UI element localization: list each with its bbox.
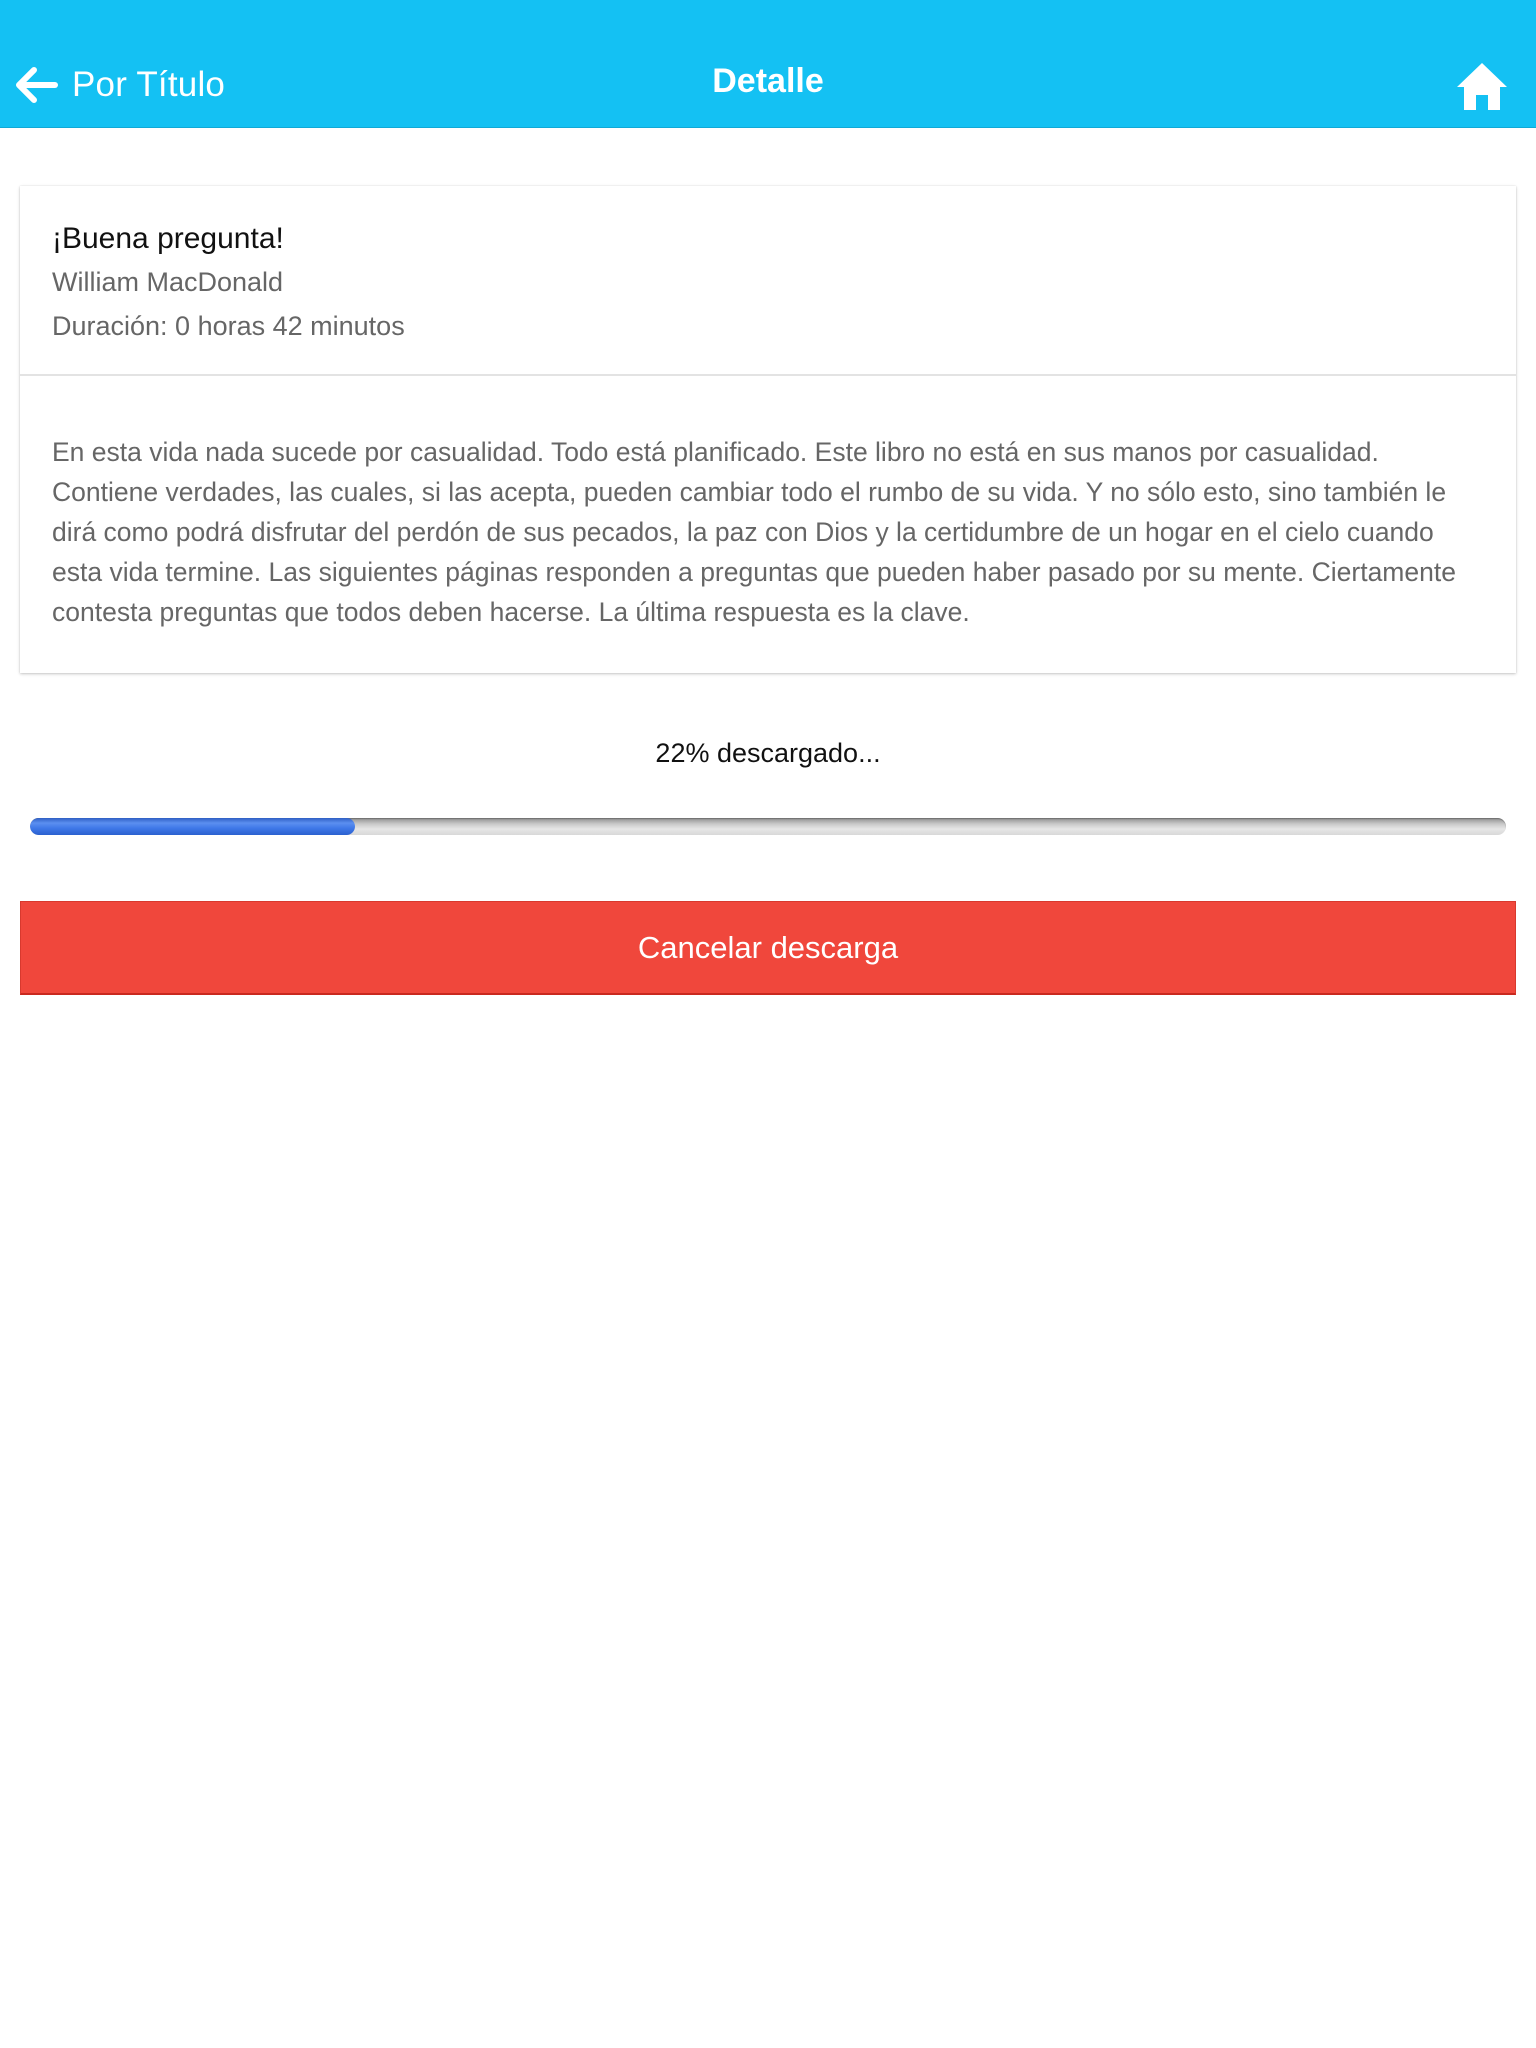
book-duration: Duración: 0 horas 42 minutos <box>52 311 405 341</box>
book-title: ¡Buena pregunta! <box>52 222 284 255</box>
book-info-header: ¡Buena pregunta! William MacDonald Durac… <box>20 186 1516 376</box>
download-progress-bar <box>30 818 1506 835</box>
download-progress-fill <box>30 818 355 835</box>
top-navigation-bar: Por Título Detalle <box>0 0 1536 128</box>
back-button[interactable]: Por Título <box>14 60 225 110</box>
book-author: William MacDonald <box>52 267 284 297</box>
home-icon <box>1456 60 1508 112</box>
book-detail-card: ¡Buena pregunta! William MacDonald Durac… <box>20 186 1516 673</box>
download-status-text: 22% descargado... <box>655 738 881 768</box>
back-button-label: Por Título <box>72 65 226 104</box>
page-title: Detalle <box>712 62 824 100</box>
book-description: En esta vida nada sucede por casualidad.… <box>52 437 1456 627</box>
home-button[interactable] <box>1456 60 1508 112</box>
arrow-left-icon <box>14 62 60 108</box>
cancel-download-button[interactable]: Cancelar descarga <box>20 901 1516 995</box>
